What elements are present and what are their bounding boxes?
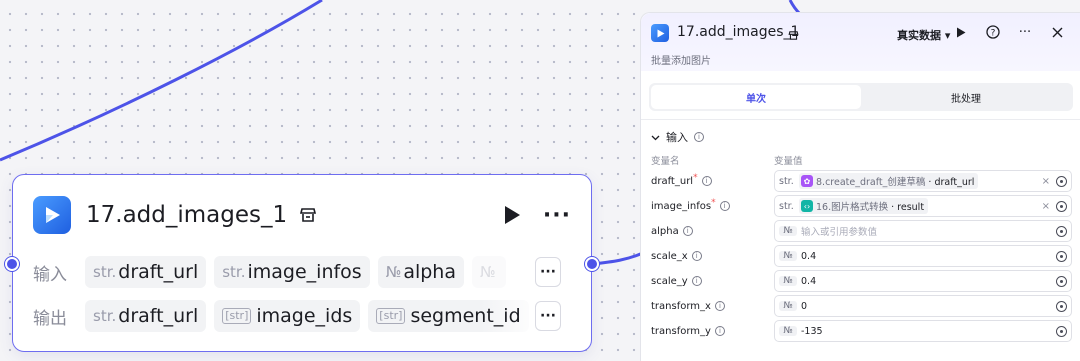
input-chip: № alpha [377,256,464,288]
info-icon: i [691,251,702,261]
column-header-value: 变量值 [774,156,803,167]
info-icon: i [719,201,730,211]
node-title: 17.add_images_1 [86,202,288,228]
run-button[interactable] [952,23,970,41]
param-row-alpha: alpha i № 输入或引用参数值 [651,220,1072,242]
param-name: alpha i [651,226,774,237]
settings-icon[interactable] [1056,175,1067,187]
column-header-name: 变量名 [651,156,680,167]
param-row-scale-y: scale_y i № 0.4 [651,270,1072,292]
plugin-icon: ✿ [801,175,813,187]
section-title: 输入 [666,131,688,144]
settings-icon[interactable] [1056,200,1067,212]
param-name: scale_x i [651,251,774,262]
param-name: scale_y i [651,276,774,287]
outputs-label: 输出 [33,308,67,329]
info-icon: i [694,132,704,142]
param-row-transform-x: transform_x i № 0 [651,295,1072,317]
plugin-logo-icon [651,24,669,42]
help-icon[interactable]: ? [984,23,1002,41]
tab-single[interactable]: 单次 [651,85,861,109]
param-name: transform_x i [651,301,774,312]
workflow-canvas[interactable]: 17.add_images_1 ··· 输入 str. draft_url str… [0,0,1080,361]
divider [641,119,1080,120]
param-value-field[interactable]: № -135 [774,320,1072,342]
inputs-more-button[interactable]: ··· [535,257,561,287]
plugin-logo-icon [33,196,71,234]
store-icon [299,206,317,224]
param-value-field[interactable]: № 0 [774,295,1072,317]
variable-reference: ‹› 16.图片格式转换 · result [799,198,929,214]
input-port[interactable] [5,257,19,271]
param-row-transform-y: transform_y i № -135 [651,320,1072,342]
info-icon: i [682,226,693,236]
workflow-node-add-images[interactable]: 17.add_images_1 ··· 输入 str. draft_url str… [12,174,592,352]
param-name: draft_url * i [651,173,774,187]
panel-title: 17.add_images_1 [677,24,800,40]
node-outputs-row: 输出 str. draft_url [str] image_ids [str] seg… [33,299,561,333]
variable-reference: ✿ 8.create_draft_创建草稿 · draft_url [799,173,979,189]
incoming-edge [0,0,323,162]
store-icon [788,26,799,45]
node-more-button[interactable]: ··· [543,203,571,228]
clear-icon[interactable]: × [1042,176,1050,187]
param-value-field[interactable]: str. ‹› 16.图片格式转换 · result × [774,195,1072,217]
param-value-field[interactable]: № 输入或引用参数值 [774,220,1072,242]
param-placeholder: 输入或引用参数值 [801,227,878,238]
info-icon: i [691,276,702,286]
outgoing-edge [591,250,646,266]
tab-batch[interactable]: 批处理 [861,85,1071,109]
param-name: transform_y i [651,326,774,337]
data-mode-select[interactable]: 真实数据 ▾ [897,27,950,43]
param-value-field[interactable]: str. ✿ 8.create_draft_创建草稿 · draft_url × [774,170,1072,192]
node-detail-panel: 17.add_images_1 批量添加图片 真实数据 ▾ ? ··· 单次 批… [640,12,1080,361]
output-chip: [str] segment_id [368,300,529,332]
input-chip: str. draft_url [85,256,207,288]
settings-icon[interactable] [1056,250,1067,262]
output-port[interactable] [585,257,599,271]
input-chip: str. image_infos [214,256,370,288]
panel-description: 批量添加图片 [651,56,711,67]
panel-header: 17.add_images_1 批量添加图片 真实数据 ▾ ? ··· [641,13,1080,71]
info-icon: i [714,301,725,311]
settings-icon[interactable] [1056,275,1067,287]
param-name: image_infos * i [651,198,774,212]
close-icon[interactable] [1048,23,1066,41]
info-icon: i [714,326,725,336]
outputs-more-button[interactable]: ··· [535,301,561,331]
input-chip-faded: № [471,256,506,288]
svg-text:?: ? [991,28,996,38]
node-inputs-row: 输入 str. draft_url str. image_infos № alpha … [33,255,561,289]
mode-tabs: 单次 批处理 [649,83,1073,111]
output-chip: str. draft_url [85,300,207,332]
param-row-image-infos: image_infos * i str. ‹› 16.图片格式转换 · result… [651,195,1072,217]
param-value-field[interactable]: № 0.4 [774,270,1072,292]
node-header: 17.add_images_1 ··· [33,193,571,237]
more-icon[interactable]: ··· [1016,23,1034,41]
inputs-section-toggle[interactable]: 输入 i [651,129,704,145]
run-node-button[interactable] [501,204,523,226]
param-row-draft-url: draft_url * i str. ✿ 8.create_draft_创建草稿 ·… [651,170,1072,192]
chevron-down-icon [651,135,660,140]
param-row-scale-x: scale_x i № 0.4 [651,245,1072,267]
info-icon: i [701,176,712,186]
code-icon: ‹› [801,200,813,212]
clear-icon[interactable]: × [1042,201,1050,212]
output-chip: [str] image_ids [214,300,361,332]
settings-icon[interactable] [1056,225,1067,237]
inputs-label: 输入 [33,264,67,285]
settings-icon[interactable] [1056,325,1067,337]
param-value-field[interactable]: № 0.4 [774,245,1072,267]
settings-icon[interactable] [1056,300,1067,312]
